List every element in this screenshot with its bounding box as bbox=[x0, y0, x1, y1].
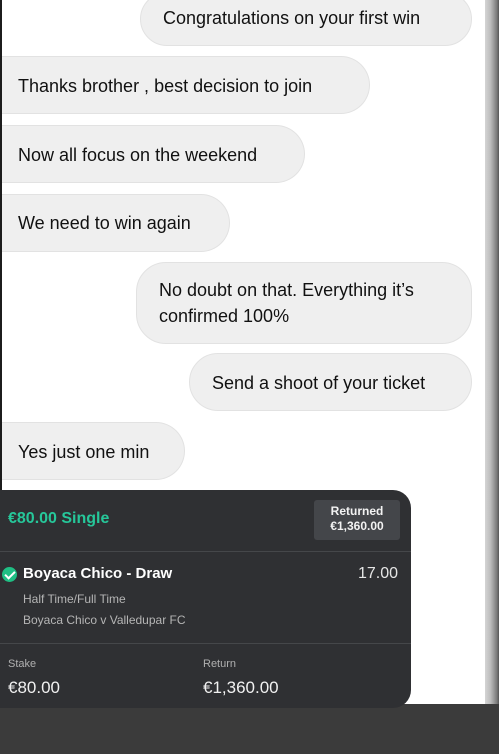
ticket-title: €80.00 Single bbox=[8, 510, 110, 527]
message-outgoing[interactable]: Send a shoot of your ticket bbox=[189, 353, 472, 411]
selection-odds: 17.00 bbox=[358, 565, 399, 582]
ticket-header: €80.00 Single Returned €1,360.00 bbox=[0, 490, 411, 552]
message-incoming[interactable]: We need to win again bbox=[2, 194, 230, 252]
device-edge bbox=[485, 0, 499, 706]
message-text: We need to win again bbox=[18, 213, 191, 233]
message-text: Now all focus on the weekend bbox=[18, 145, 258, 165]
message-text: No doubt on that. Everything it’s confir… bbox=[159, 280, 414, 326]
returned-badge: Returned €1,360.00 bbox=[314, 500, 400, 540]
event-name: Boyaca Chico v Valledupar FC bbox=[23, 613, 186, 627]
bet-ticket-card[interactable]: €80.00 Single Returned €1,360.00 Boyaca … bbox=[0, 490, 411, 708]
message-text: Congratulations on your first win bbox=[163, 8, 421, 28]
message-incoming[interactable]: Yes just one min bbox=[2, 422, 185, 480]
ticket-selection: Boyaca Chico - Draw 17.00 Half Time/Full… bbox=[0, 552, 411, 644]
message-outgoing[interactable]: Congratulations on your first win bbox=[140, 0, 472, 46]
bottom-bar bbox=[0, 704, 499, 754]
message-incoming[interactable]: Now all focus on the weekend bbox=[2, 125, 305, 183]
message-outgoing[interactable]: No doubt on that. Everything it’s confir… bbox=[136, 262, 472, 344]
message-text: Send a shoot of your ticket bbox=[212, 373, 426, 393]
stake-value: €80.00 bbox=[8, 678, 60, 697]
message-text: Yes just one min bbox=[18, 442, 150, 462]
check-circle-icon bbox=[2, 567, 17, 582]
stake-label: Stake bbox=[8, 658, 37, 670]
screenshot: Congratulations on your first win Thanks… bbox=[0, 0, 499, 754]
ticket-footer: Stake €80.00 Return €1,360.00 bbox=[0, 644, 411, 708]
return-label: Return bbox=[203, 658, 237, 670]
market-name: Half Time/Full Time bbox=[23, 592, 126, 606]
returned-label: Returned bbox=[330, 504, 384, 518]
message-incoming[interactable]: Thanks brother , best decision to join bbox=[2, 56, 370, 114]
returned-value: €1,360.00 bbox=[330, 519, 384, 533]
selection-name: Boyaca Chico - Draw bbox=[23, 565, 173, 582]
return-value: €1,360.00 bbox=[203, 678, 279, 697]
message-text: Thanks brother , best decision to join bbox=[18, 76, 313, 96]
